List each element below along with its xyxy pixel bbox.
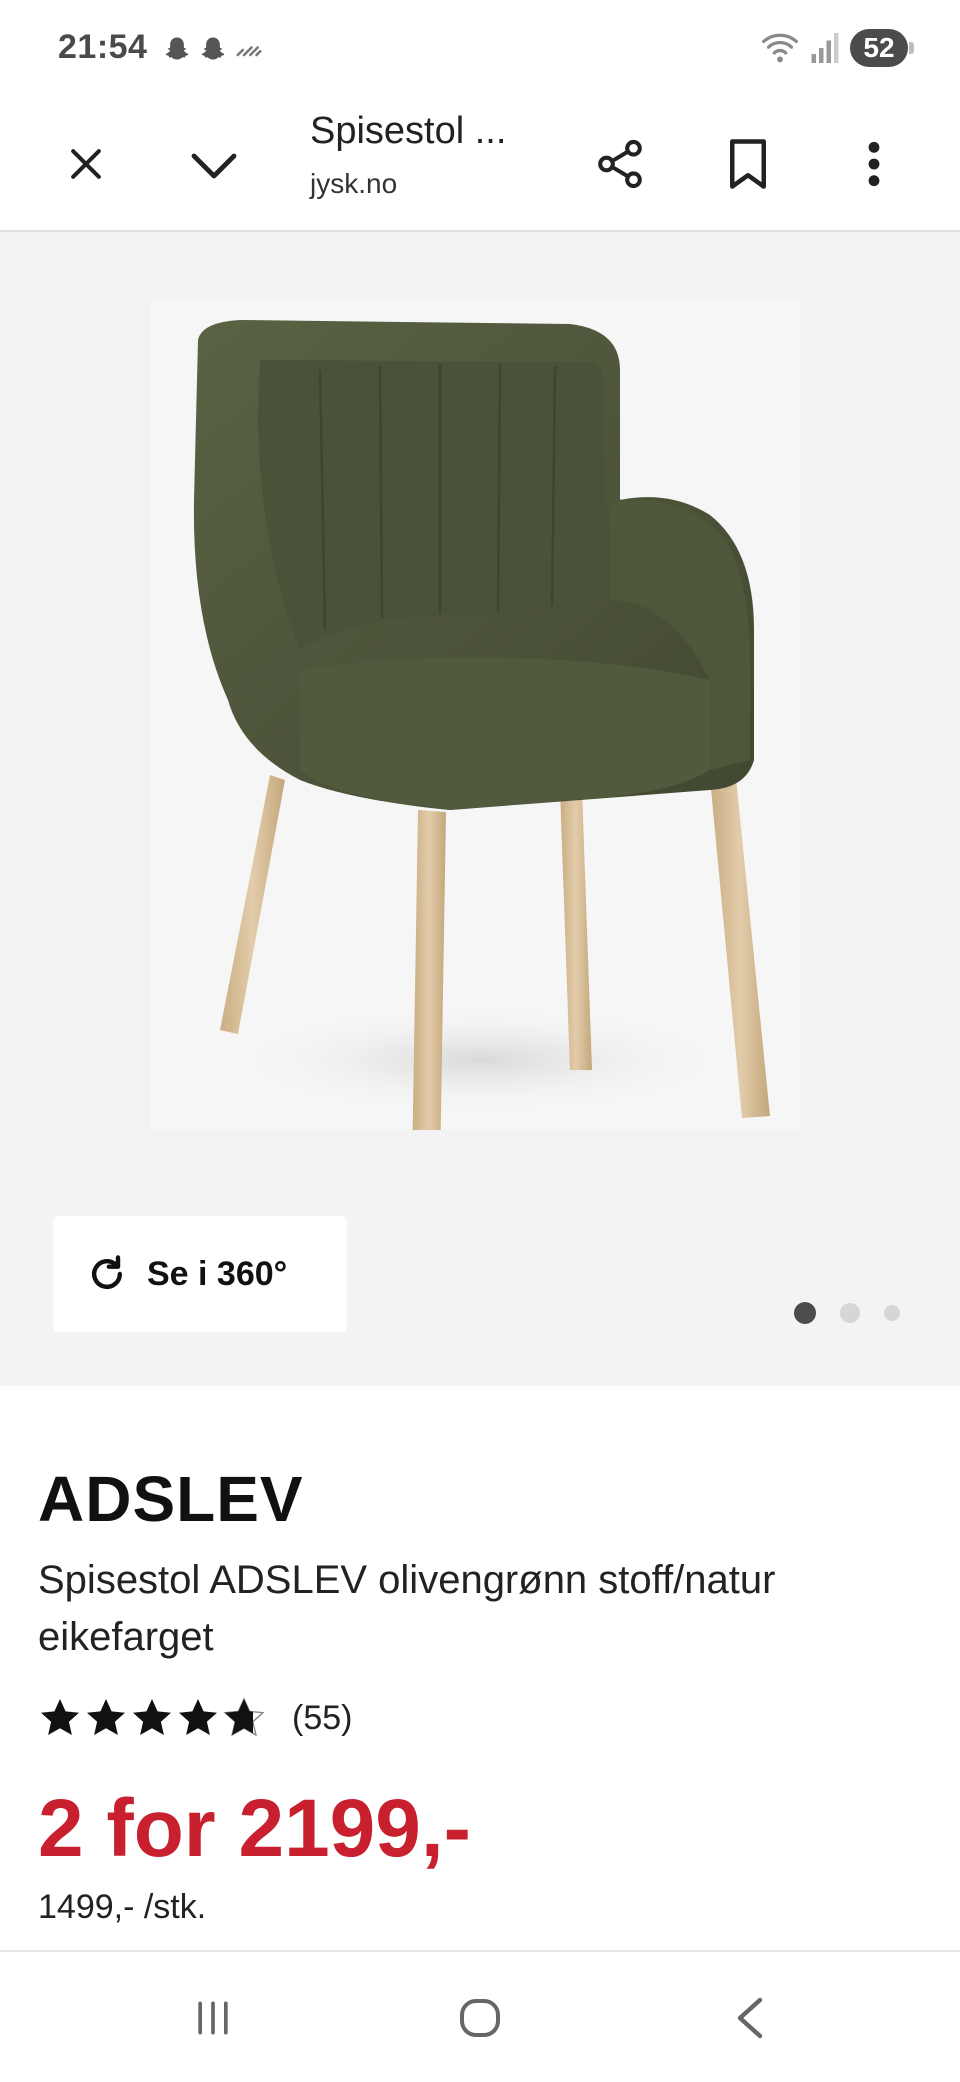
review-count[interactable]: (55) (292, 1699, 352, 1738)
product-gallery[interactable]: Se i 360° (0, 232, 960, 1386)
snapchat-ghost-icon (201, 37, 225, 60)
page-domain: jysk.no (310, 168, 398, 199)
close-icon (71, 149, 101, 179)
back-button[interactable] (702, 1978, 798, 2058)
status-time: 21:54 (58, 28, 148, 66)
share-icon (598, 139, 642, 189)
carousel-dot-active[interactable] (794, 1302, 816, 1324)
wifi-icon (762, 33, 798, 63)
page-title: Spisestol ... (310, 110, 507, 152)
status-bar: 21:54 52 (0, 0, 960, 98)
carousel-dot[interactable] (840, 1303, 860, 1323)
product-image[interactable] (150, 300, 800, 1172)
star-rating-icon (41, 1698, 264, 1736)
carousel-dot[interactable] (884, 1305, 900, 1321)
recent-apps-icon (198, 2001, 228, 2035)
notification-icons (162, 34, 264, 66)
snapchat-ghost-icon (165, 37, 189, 60)
rotate-icon (91, 1255, 123, 1290)
back-icon (737, 1997, 763, 2039)
bookmark-button[interactable] (704, 120, 792, 208)
minimize-button[interactable] (170, 120, 258, 208)
chair-illustration (193, 320, 770, 1172)
chevron-down-icon (191, 153, 237, 179)
carousel-dots (794, 1302, 900, 1324)
home-button[interactable] (432, 1978, 528, 2058)
more-vert-icon (868, 141, 880, 187)
view-360-label: Se i 360° (147, 1254, 288, 1293)
more-options-button[interactable] (830, 120, 918, 208)
share-button[interactable] (576, 120, 664, 208)
battery-indicator: 52 (850, 29, 914, 67)
browser-toolbar: Spisestol ... jysk.no (0, 98, 960, 232)
product-description: Spisestol ADSLEV olivengrønn stoff/natur… (38, 1558, 776, 1659)
view-360-button[interactable]: Se i 360° (53, 1216, 347, 1332)
signal-icon (811, 33, 839, 63)
bookmark-icon (730, 139, 766, 189)
unit-price: 1499,- /stk. (38, 1888, 207, 1926)
close-button[interactable] (42, 120, 130, 208)
home-icon (460, 1999, 500, 2037)
system-navigation-bar (0, 1950, 960, 2082)
system-indicators: 52 (760, 28, 914, 68)
recent-apps-button[interactable] (165, 1978, 261, 2058)
product-price: 2 for 2199,- (38, 1783, 471, 1874)
product-rating[interactable]: (55) (38, 1696, 352, 1740)
product-title: ADSLEV (38, 1463, 304, 1535)
missed-call-icon (236, 46, 262, 57)
